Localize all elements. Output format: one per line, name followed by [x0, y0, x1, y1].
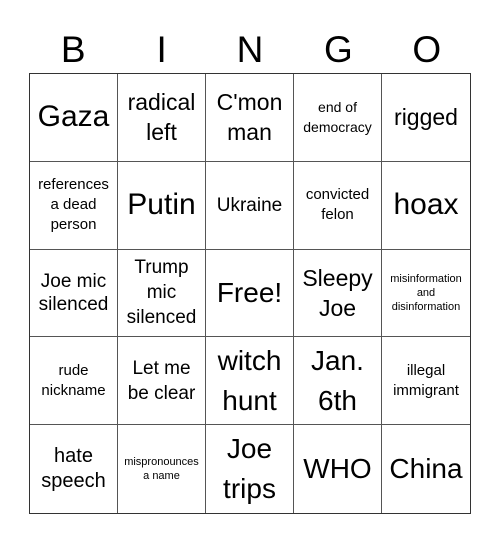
bingo-cell[interactable]: Gaza — [30, 74, 118, 162]
bingo-cell[interactable]: WHO — [294, 425, 382, 513]
bingo-cell[interactable]: Putin — [118, 161, 206, 250]
bingo-cell[interactable]: convicted felon — [294, 161, 382, 250]
header-letter-g: G — [324, 29, 353, 70]
bingo-cell[interactable]: end of democracy — [294, 74, 382, 162]
bingo-cell[interactable]: mispronounces a name — [118, 425, 206, 513]
bingo-cell[interactable]: witch hunt — [206, 337, 294, 426]
bingo-cell[interactable]: references a dead person — [30, 161, 118, 250]
bingo-cell[interactable]: Trump mic silenced — [118, 249, 206, 338]
bingo-cell[interactable]: illegal immigrant — [382, 337, 470, 426]
bingo-cell[interactable]: Sleepy Joe — [294, 249, 382, 338]
bingo-cell[interactable]: hate speech — [30, 425, 118, 513]
bingo-cell[interactable]: misinformation and disinformation — [382, 250, 470, 338]
bingo-board: Gaza radical left C'mon man end of democ… — [29, 73, 471, 514]
header-letter-b: B — [60, 29, 86, 70]
bingo-cell[interactable]: Joe trips — [206, 425, 294, 513]
bingo-cell[interactable]: rigged — [382, 74, 470, 162]
bingo-cell[interactable]: Jan. 6th — [294, 337, 382, 426]
bingo-cell[interactable]: Joe mic silenced — [30, 249, 118, 338]
header-letter-n: N — [236, 29, 264, 70]
bingo-cell[interactable]: Let me be clear — [118, 337, 206, 426]
bingo-cell[interactable]: hoax — [382, 162, 470, 250]
header-letter-o: O — [412, 29, 442, 70]
bingo-cell[interactable]: C'mon man — [206, 74, 294, 162]
bingo-cell[interactable]: radical left — [118, 74, 206, 162]
bingo-cell[interactable]: Ukraine — [206, 161, 294, 250]
free-space[interactable]: Free! — [206, 249, 294, 338]
bingo-cell[interactable]: China — [382, 425, 470, 513]
bingo-cell[interactable]: rude nickname — [30, 337, 118, 426]
header-letter-i: I — [156, 29, 167, 70]
bingo-header: B I N G O — [29, 28, 471, 72]
